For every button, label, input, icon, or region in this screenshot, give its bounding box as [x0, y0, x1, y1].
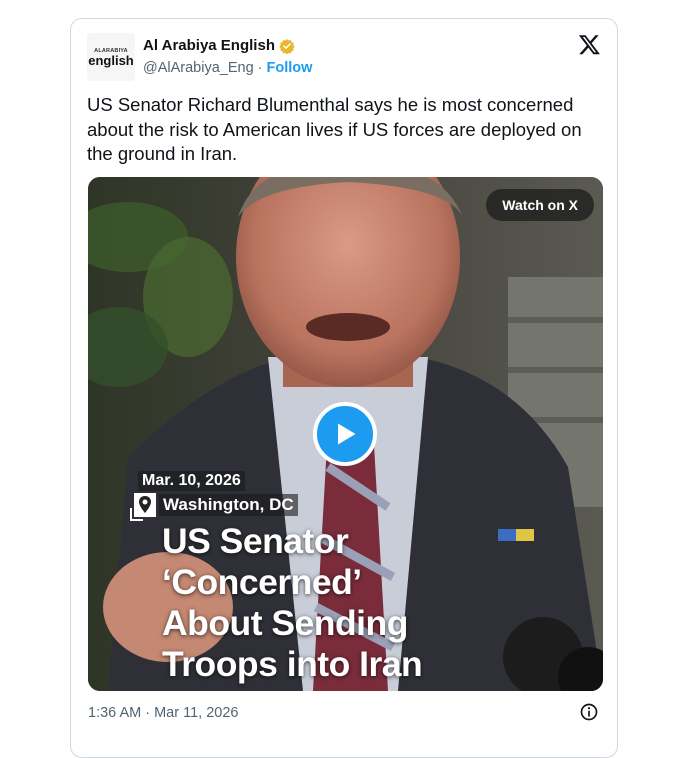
video-player[interactable]: Watch on X Mar. 10, 2026 Washington, DC …: [88, 177, 603, 691]
frame-corner-icon: [130, 508, 143, 521]
video-location-caption: Washington, DC: [134, 493, 298, 517]
watch-on-x-button[interactable]: Watch on X: [486, 189, 594, 221]
headline-line: About Sending: [162, 603, 408, 643]
play-icon: [338, 423, 356, 445]
account-handle[interactable]: @AlArabiya_Eng: [143, 60, 254, 76]
x-logo-icon[interactable]: [578, 33, 601, 56]
separator-dot: ·: [257, 60, 263, 76]
display-name[interactable]: Al Arabiya English: [143, 37, 275, 54]
verified-badge-icon: [279, 38, 295, 54]
location-text: Washington, DC: [159, 494, 298, 516]
tweet-embed-card: ALARABIYA english Al Arabiya English @Al…: [70, 18, 618, 758]
video-headline: US Senator ‘Concerned’ About Sending Tro…: [162, 521, 462, 685]
tweet-timestamp[interactable]: 1:36 AM · Mar 11, 2026: [88, 705, 238, 721]
info-icon[interactable]: [579, 702, 599, 722]
account-name-row: Al Arabiya English: [143, 37, 295, 54]
handle-row: @AlArabiya_Eng · Follow: [143, 60, 312, 76]
avatar[interactable]: ALARABIYA english: [87, 33, 135, 81]
headline-line: US Senator: [162, 521, 349, 561]
headline-line: ‘Concerned’: [162, 562, 362, 602]
play-button[interactable]: [313, 402, 377, 466]
headline-line: Troops into Iran: [162, 644, 423, 684]
video-date-caption: Mar. 10, 2026: [138, 471, 245, 491]
avatar-brand-text-large: english: [88, 52, 134, 68]
tweet-text: US Senator Richard Blumenthal says he is…: [87, 94, 582, 164]
follow-button[interactable]: Follow: [266, 60, 312, 76]
